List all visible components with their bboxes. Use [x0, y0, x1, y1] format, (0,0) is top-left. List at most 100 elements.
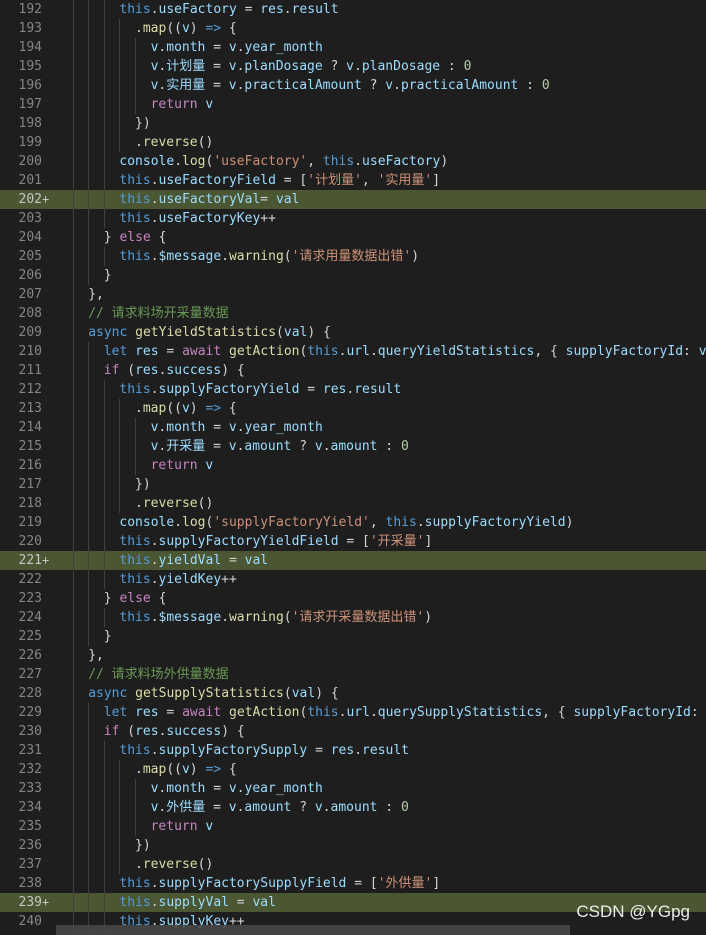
code-token: . [135, 21, 143, 36]
code-line[interactable]: 195 v.计划量 = v.planDosage ? v.planDosage :… [0, 57, 706, 76]
code-line[interactable]: 224 this.$message.warning('请求开采量数据出错') [0, 608, 706, 627]
indent-guide [72, 589, 74, 608]
indent-guide [88, 703, 90, 722]
code-line[interactable]: 198}) [0, 114, 706, 133]
code-token: ( [119, 724, 136, 739]
code-line[interactable]: 210 let res = await getAction(this.url.qu… [0, 342, 706, 361]
code-line[interactable]: 204} else { [0, 228, 706, 247]
indent-guide [72, 741, 74, 760]
code-line[interactable]: 205 this.$message.warning('请求用量数据出错') [0, 247, 706, 266]
code-line[interactable]: 230 if (res.success) { [0, 722, 706, 741]
code-token: , [369, 515, 386, 530]
code-line[interactable]: 238 this.supplyFactorySupplyField = ['外供量… [0, 874, 706, 893]
code-text: // 请求料场外供量数据 [88, 665, 228, 684]
code-line[interactable]: 209 async getYieldStatistics(val) { [0, 323, 706, 342]
code-line[interactable]: 226}, [0, 646, 706, 665]
code-text: async getSupplyStatistics(val) { [88, 684, 338, 703]
indent-guide [72, 836, 74, 855]
code-line[interactable]: 233 v.month = v.year_month [0, 779, 706, 798]
code-line[interactable]: 192 this.useFactory = res.result [0, 0, 706, 19]
code-token: . [354, 59, 362, 74]
indent-guide [103, 817, 105, 836]
line-number: 212 [18, 382, 42, 397]
code-token: planDosage [244, 59, 323, 74]
indent-guide [88, 190, 90, 209]
code-token: : [683, 344, 699, 359]
code-line[interactable]: 193 .map((v) => { [0, 19, 706, 38]
code-token: v [205, 97, 214, 112]
code-line[interactable]: 231 this.supplyFactorySupply = res.result [0, 741, 706, 760]
indent-guide [88, 133, 90, 152]
code-line[interactable]: 217}) [0, 475, 706, 494]
indent-guide [119, 836, 121, 855]
code-line[interactable]: 236}) [0, 836, 706, 855]
code-token: result [354, 382, 402, 397]
code-line[interactable]: 211 if (res.success) { [0, 361, 706, 380]
code-token: year_month [244, 420, 323, 435]
code-line[interactable]: 212 this.supplyFactoryYield = res.result [0, 380, 706, 399]
indent-guide [72, 95, 74, 114]
indent-guide [103, 19, 105, 38]
line-number: 230 [18, 724, 42, 739]
code-line[interactable]: 206} [0, 266, 706, 285]
code-token: = [205, 800, 229, 815]
code-text: this.useFactoryKey++ [119, 209, 276, 228]
horizontal-scrollbar[interactable] [56, 925, 570, 935]
indent-guide [72, 38, 74, 57]
code-line[interactable]: 215 v.开采量 = v.amount ? v.amount : 0 [0, 437, 706, 456]
code-line[interactable]: 213 .map((v) => { [0, 399, 706, 418]
code-line[interactable]: 235 return v [0, 817, 706, 836]
code-token: warning [228, 610, 284, 625]
code-line[interactable]: 207}, [0, 285, 706, 304]
code-line[interactable]: 201 this.useFactoryField = ['计划量', '实用量'] [0, 171, 706, 190]
code-token: $message [158, 249, 222, 264]
code-line[interactable]: 228 async getSupplyStatistics(val) { [0, 684, 706, 703]
code-line[interactable]: 227 // 请求料场外供量数据 [0, 665, 706, 684]
indent-guide [72, 190, 74, 209]
code-line[interactable]: 218 .reverse() [0, 494, 706, 513]
line-number: 219 [18, 515, 42, 530]
code-token: }, [88, 648, 104, 663]
code-line[interactable]: 225} [0, 627, 706, 646]
code-token: ) [440, 154, 449, 169]
code-line[interactable]: 219 console.log('supplyFactoryYield', thi… [0, 513, 706, 532]
code-token: . [283, 2, 292, 17]
code-line[interactable]: 234 v.外供量 = v.amount ? v.amount : 0 [0, 798, 706, 817]
code-line[interactable]: 194 v.month = v.year_month [0, 38, 706, 57]
code-token: yieldKey [158, 572, 222, 587]
code-text: .map((v) => { [135, 399, 237, 418]
code-line[interactable]: 229 let res = await getAction(this.url.qu… [0, 703, 706, 722]
code-line[interactable]: 199 .reverse() [0, 133, 706, 152]
code-token: } [103, 629, 112, 644]
code-text: .reverse() [135, 133, 213, 152]
code-token: ] [432, 876, 441, 891]
code-token: useFactoryVal [158, 192, 261, 207]
code-line[interactable]: 203 this.useFactoryKey++ [0, 209, 706, 228]
code-line[interactable]: 232 .map((v) => { [0, 760, 706, 779]
code-text: this.supplyFactorySupplyField = ['外供量'] [119, 874, 440, 893]
code-token: . [150, 610, 159, 625]
code-token: () [197, 135, 214, 150]
code-text: console.log('useFactory', this.useFactor… [119, 152, 448, 171]
code-line[interactable]: 223} else { [0, 589, 706, 608]
indent-guide [103, 133, 105, 152]
code-line[interactable]: 202 + this.useFactoryVal= val [0, 190, 706, 209]
code-text: v.month = v.year_month [151, 779, 323, 798]
indent-guide [103, 494, 105, 513]
code-line[interactable]: 220 this.supplyFactoryYieldField = ['开采量'… [0, 532, 706, 551]
code-token: return [150, 97, 198, 112]
code-line[interactable]: 222 this.yieldKey++ [0, 570, 706, 589]
code-editor[interactable]: 192 this.useFactory = res.result 193 .map((… [0, 0, 706, 935]
code-token: if [103, 363, 120, 378]
code-line[interactable]: 208 // 请求料场开采量数据 [0, 304, 706, 323]
code-line[interactable]: 197 return v [0, 95, 706, 114]
code-token: = [236, 2, 261, 17]
code-line[interactable]: 221 + this.yieldVal = val [0, 551, 706, 570]
line-number: 204 [18, 230, 42, 245]
code-line[interactable]: 214 v.month = v.year_month [0, 418, 706, 437]
code-line[interactable]: 200 console.log('useFactory', this.useFac… [0, 152, 706, 171]
code-line[interactable]: 196 v.实用量 = v.practicalAmount ? v.practic… [0, 76, 706, 95]
code-line[interactable]: 216 return v [0, 456, 706, 475]
indent-guide [88, 456, 90, 475]
code-line[interactable]: 237 .reverse() [0, 855, 706, 874]
